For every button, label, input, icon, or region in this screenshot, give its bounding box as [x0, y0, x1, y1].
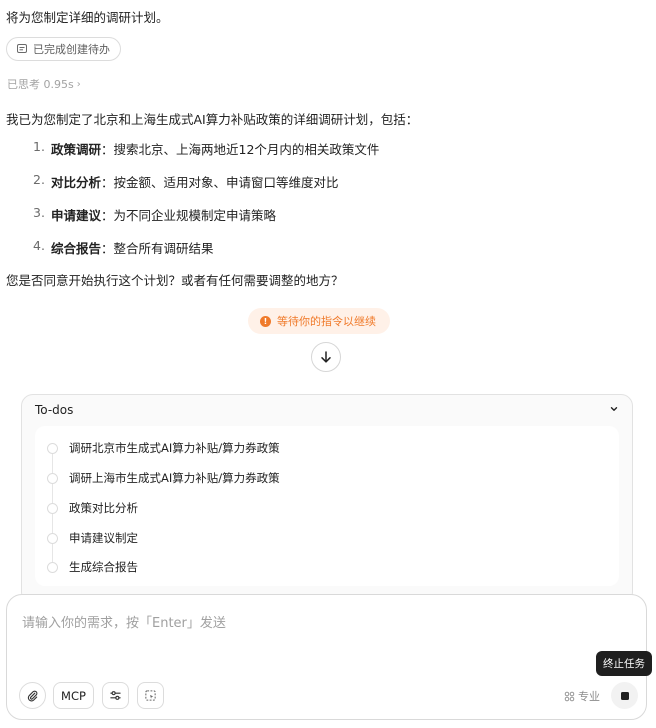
plan-item-desc: ：整合所有调研结果 [101, 241, 214, 256]
todos-list: 调研北京市生成式AI算力补贴/算力券政策 调研上海市生成式AI算力补贴/算力券政… [35, 426, 619, 586]
attach-button[interactable] [19, 682, 46, 709]
plan-item: 4. 综合报告 ：整合所有调研结果 [33, 238, 379, 271]
chevron-right-icon: › [76, 78, 81, 90]
plan-item-title: 对比分析 [51, 175, 102, 190]
todo-item[interactable]: 申请建议制定 [47, 523, 138, 553]
summary-text: 我已为您制定了北京和上海生成式AI算力补贴政策的详细调研计划，包括： [6, 112, 419, 127]
plan-item-number: 2. [33, 172, 45, 187]
grid-icon [564, 691, 575, 701]
todo-status-circle [47, 502, 58, 514]
plan-item: 3. 申请建议 ：为不同企业规模制定申请策略 [33, 205, 379, 238]
waiting-badge: ! 等待你的指令以继续 [248, 308, 390, 334]
stop-task-tooltip: 终止任务 [596, 651, 652, 676]
stop-icon [620, 691, 629, 700]
pro-mode-label: 专业 [578, 690, 600, 703]
canvas-button[interactable] [137, 682, 164, 709]
todo-item-label: 政策对比分析 [69, 501, 138, 515]
plan-list: 1. 政策调研 ：搜索北京、上海两地近12个月内的相关政策文件 2. 对比分析 … [33, 139, 379, 271]
settings-button[interactable] [102, 682, 129, 709]
todo-list-icon [17, 44, 27, 53]
plan-item-title: 政策调研 [51, 142, 102, 157]
todo-item-label: 调研北京市生成式AI算力补贴/算力券政策 [69, 441, 280, 455]
plan-item-desc: ：为不同企业规模制定申请策略 [101, 208, 277, 223]
todo-item-label: 调研上海市生成式AI算力补贴/算力券政策 [69, 471, 280, 485]
plan-item-title: 综合报告 [51, 241, 102, 256]
todo-created-chip[interactable]: 已完成创建待办 [6, 37, 121, 61]
plan-item: 2. 对比分析 ：按金额、适用对象、申请窗口等维度对比 [33, 172, 379, 205]
todo-status-circle [47, 442, 58, 454]
todo-item-label: 生成综合报告 [69, 560, 138, 574]
todo-created-label: 已完成创建待办 [33, 43, 110, 56]
plan-item-number: 4. [33, 238, 45, 253]
todo-item[interactable]: 政策对比分析 [47, 493, 138, 523]
plan-item-title: 申请建议 [51, 208, 102, 223]
plan-item-desc: ：按金额、适用对象、申请窗口等维度对比 [101, 175, 339, 190]
mcp-button[interactable]: MCP [53, 682, 94, 709]
todo-status-circle [47, 472, 58, 484]
thinking-toggle[interactable]: 已思考 0.95s › [7, 76, 81, 92]
pro-mode-toggle[interactable]: 专业 [564, 688, 600, 704]
todo-item-label: 申请建议制定 [69, 531, 138, 545]
info-icon: ! [260, 315, 271, 327]
intro-text: 将为您制定详细的调研计划。 [6, 10, 169, 25]
sliders-icon [110, 691, 121, 700]
todo-item[interactable]: 调研北京市生成式AI算力补贴/算力券政策 [47, 433, 280, 463]
scroll-to-bottom-button[interactable] [311, 342, 341, 372]
canvas-icon [145, 690, 156, 701]
question-text: 您是否同意开始执行这个计划？或者有任何需要调整的地方？ [6, 273, 344, 288]
plan-item: 1. 政策调研 ：搜索北京、上海两地近12个月内的相关政策文件 [33, 139, 379, 172]
arrow-down-icon [321, 351, 331, 363]
paperclip-icon [27, 690, 38, 702]
message-input[interactable]: 请输入你的需求，按「Enter」发送 [22, 612, 226, 631]
todo-status-circle [47, 532, 58, 544]
plan-item-desc: ：搜索北京、上海两地近12个月内的相关政策文件 [101, 142, 380, 157]
thinking-label: 已思考 0.95s [7, 78, 74, 91]
todo-item[interactable]: 生成综合报告 [47, 552, 138, 582]
todo-status-circle [47, 561, 58, 573]
waiting-label: 等待你的指令以继续 [277, 315, 376, 328]
chevron-down-icon[interactable] [608, 403, 620, 415]
plan-item-number: 3. [33, 205, 45, 220]
todos-panel: To-dos 调研北京市生成式AI算力补贴/算力券政策 调研上海市生成式AI算力… [21, 394, 633, 604]
plan-item-number: 1. [33, 139, 45, 154]
stop-task-button[interactable] [611, 682, 638, 709]
todo-item[interactable]: 调研上海市生成式AI算力补贴/算力券政策 [47, 463, 280, 493]
message-composer[interactable]: 请输入你的需求，按「Enter」发送 MCP 专业 [6, 594, 647, 720]
todos-title: To-dos [35, 403, 74, 417]
